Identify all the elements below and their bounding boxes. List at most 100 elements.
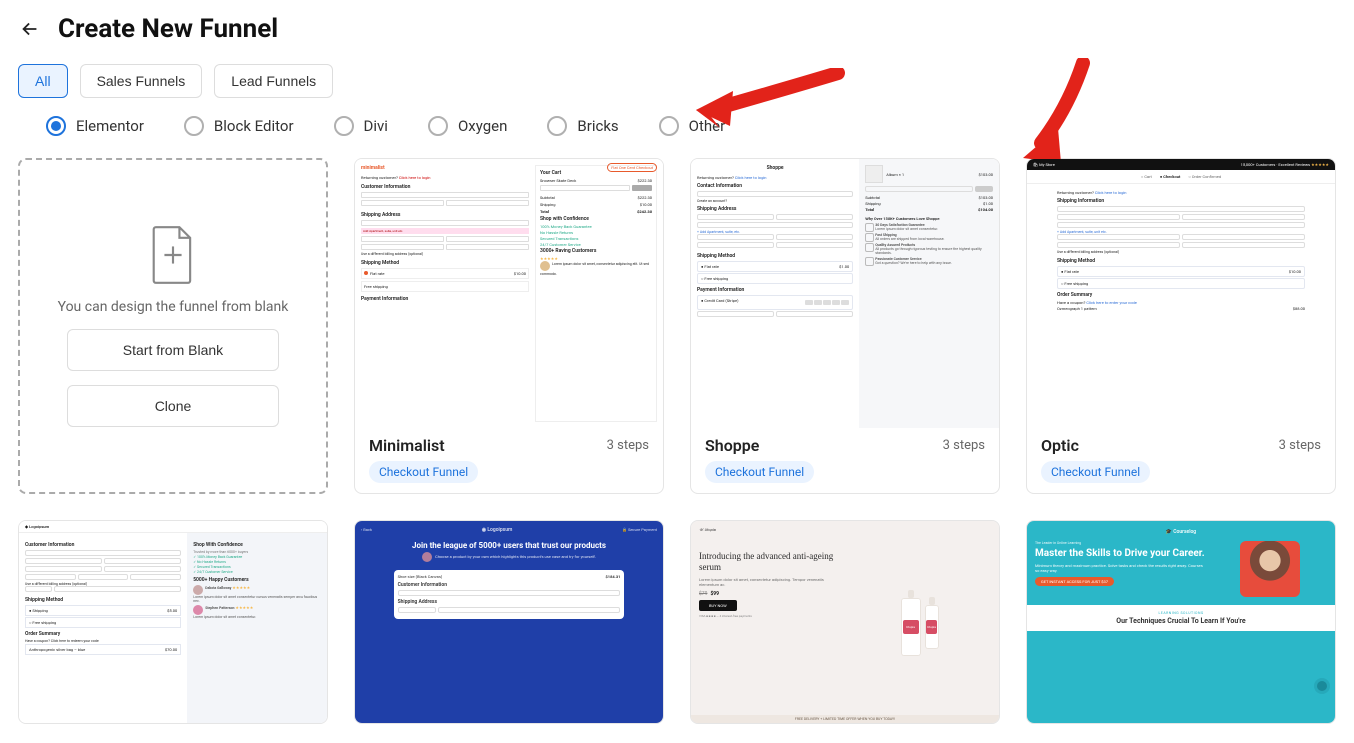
preview-brand: My Store — [1039, 162, 1055, 167]
template-card-minimalist[interactable]: Flat One Cent Checkout minimalist Return… — [354, 158, 664, 494]
preview-link: Click here to login — [399, 175, 431, 180]
preview-text: Lorem ipsum dolor sit amet, consectetur … — [540, 262, 649, 276]
preview-heading: Master the Skills to Drive your Career. — [1035, 548, 1207, 560]
preview-price: $184.31 — [606, 574, 621, 579]
template-footer: Optic 3 steps Checkout Funnel — [1027, 428, 1335, 493]
tab-all[interactable]: All — [18, 64, 68, 98]
preview-text: Free shipping — [1064, 281, 1088, 286]
preview-price: $10.00 — [640, 202, 652, 207]
preview-heading: Shipping Method — [25, 597, 181, 603]
preview-heading: 3000+ Raving Customers — [540, 248, 652, 254]
blank-description: You can design the funnel from blank — [58, 299, 289, 315]
preview-heading: Customer Information — [25, 542, 181, 548]
preview-link: Click here to login — [1095, 190, 1127, 195]
template-footer: Minimalist 3 steps Checkout Funnel — [355, 428, 663, 493]
preview-heading: Join the league of 5000+ users that trus… — [405, 541, 612, 550]
preview-heading: Customer Information — [398, 582, 621, 588]
template-badge: Checkout Funnel — [1041, 461, 1150, 483]
preview-text: Lorem ipsum dolor sit amet consectetur. — [193, 615, 256, 619]
preview-text: 15,000+ Customers · Excellent Reviews — [1241, 162, 1310, 167]
clone-button[interactable]: Clone — [67, 385, 280, 427]
preview-text: Have a coupon? Click here to redeem your… — [25, 639, 181, 643]
tab-lead-funnels[interactable]: Lead Funnels — [214, 64, 333, 98]
template-steps: 3 steps — [607, 438, 649, 453]
preview-heading: Our Techniques Crucial To Learn If You'r… — [1033, 617, 1329, 625]
preview-price: $1.00 — [983, 201, 993, 206]
preview-text: Lorem ipsum dolor sit amet consectetur. — [875, 227, 938, 231]
preview-price: $70.00 — [165, 647, 177, 652]
preview-button: GET INSTANT ACCESS FOR JUST $37 — [1035, 577, 1114, 586]
preview-text: Utopia — [903, 620, 919, 634]
preview-price: $103.00 — [978, 195, 993, 200]
template-card-shoppe[interactable]: Shoppe Returning customer? Click here to… — [690, 158, 1000, 494]
tab-sales-funnels[interactable]: Sales Funnels — [80, 64, 203, 98]
blank-funnel-card: You can design the funnel from blank Sta… — [18, 158, 328, 494]
radio-divi[interactable]: Divi — [334, 116, 388, 136]
page-header: Create New Funnel — [18, 14, 1336, 44]
preview-brand: Logoipsum — [29, 524, 49, 529]
preview-heading: Shop with Confidence — [540, 216, 652, 222]
preview-text: Checkout — [1163, 174, 1180, 179]
back-button[interactable] — [18, 17, 42, 41]
preview-text: 100% Money Back Guarantee — [540, 224, 652, 229]
template-badge: Checkout Funnel — [369, 461, 478, 483]
preview-text: Use a different billing address (optiona… — [1057, 250, 1305, 254]
preview-note: Add Apartment, suite, unit etc. — [361, 228, 529, 234]
preview-heading: Shop With Confidence — [193, 542, 321, 548]
preview-heading: Why Over 150K+ Customers Love Shoppe — [865, 216, 993, 221]
preview-text: Free shipping — [704, 276, 728, 281]
preview-heading: Order Summary — [1057, 292, 1305, 298]
preview-photo — [1240, 541, 1300, 597]
preview-text: Lorem ipsum dolor sit amet consectetur c… — [193, 595, 317, 603]
preview-banner: FREE DELIVERY + LIMITED TIME OFFER WHEN … — [691, 715, 999, 723]
preview-heading: Payment Information — [361, 296, 529, 302]
preview-text: Returning customer? — [1057, 190, 1094, 195]
preview-text: Total — [540, 209, 549, 214]
preview-brand: Courselog — [1173, 529, 1196, 535]
radio-block-editor[interactable]: Block Editor — [184, 116, 294, 136]
radio-oxygen[interactable]: Oxygen — [428, 116, 507, 136]
preview-text: Anthropogenic silver bag – blue — [29, 647, 85, 652]
preview-heading: Shipping Method — [361, 260, 529, 266]
template-title: Minimalist — [369, 436, 445, 455]
template-preview: 🛍 My Store15,000+ Customers · Excellent … — [1027, 159, 1335, 428]
template-badge: Checkout Funnel — [705, 461, 814, 483]
preview-heading: Shipping Address — [398, 599, 621, 605]
preview-price: $5.00 — [167, 608, 177, 613]
scroll-top-icon — [1317, 681, 1327, 691]
preview-text: Credit Card (Stripe) — [704, 298, 738, 303]
preview-brand: Utopia — [705, 527, 716, 532]
template-card-optic[interactable]: 🛍 My Store15,000+ Customers · Excellent … — [1026, 158, 1336, 494]
preview-price: $79 — [699, 591, 707, 597]
preview-text: Use a different billing address (optiona… — [361, 252, 529, 256]
radio-icon — [334, 116, 354, 136]
preview-text: Flat rate — [704, 264, 719, 269]
preview-text: Secure Payment — [628, 527, 657, 532]
preview-heading: Shipping Method — [697, 253, 853, 259]
radio-icon — [428, 116, 448, 136]
template-card-logoipsum-2[interactable]: ‹ Back◉ Logoipsum🔒 Secure Payment Join t… — [354, 520, 664, 724]
template-card-utopia[interactable]: 𝒰. Utopia Introducing the advanced anti-… — [690, 520, 1000, 724]
radio-other[interactable]: Other — [659, 116, 726, 136]
start-from-blank-button[interactable]: Start from Blank — [67, 329, 280, 371]
preview-text: Returning customer? — [697, 175, 734, 180]
preview-button: BUY NOW — [699, 600, 737, 611]
radio-icon — [659, 116, 679, 136]
preview-heading: Order Summary — [25, 631, 181, 637]
preview-text: The Leader in Online Learning — [1035, 541, 1207, 545]
template-card-courselog[interactable]: 🎓 Courselog The Leader in Online Learnin… — [1026, 520, 1336, 724]
preview-heading: Shipping Address — [361, 212, 529, 218]
preview-link: Click here to enter your code — [1086, 300, 1137, 305]
preview-text: 100% Money Back Guarantee — [197, 555, 242, 559]
preview-text: Subtotal — [865, 195, 880, 200]
template-title: Optic — [1041, 436, 1079, 455]
radio-bricks[interactable]: Bricks — [547, 116, 618, 136]
preview-text: Lorem ipsum dolor sit amet, consectetur … — [699, 577, 842, 587]
radio-elementor[interactable]: Elementor — [46, 116, 144, 136]
preview-text: Secured Transactions — [197, 565, 231, 569]
template-card-logoipsum-1[interactable]: ◆ Logoipsum Customer Information Use a d… — [18, 520, 328, 724]
preview-price: $10.00 — [514, 271, 526, 276]
preview-brand: Shoppe — [697, 165, 853, 171]
arrow-left-icon — [19, 18, 41, 40]
preview-heading: Payment Information — [697, 287, 853, 293]
